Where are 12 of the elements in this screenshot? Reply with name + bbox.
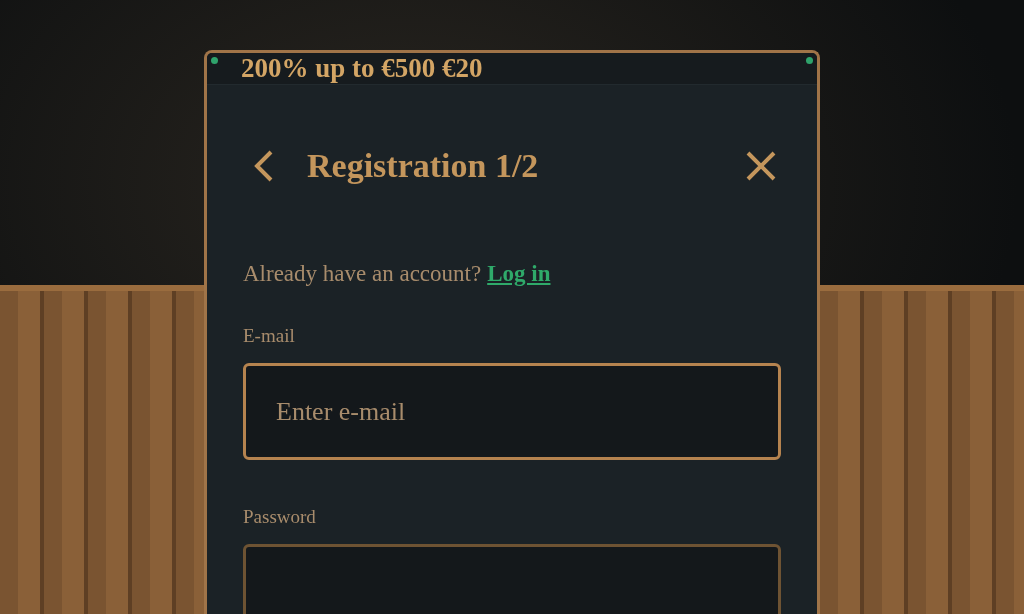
dialog-title: Registration 1/2 bbox=[307, 147, 540, 185]
field-label: E-mail bbox=[243, 325, 296, 347]
login-link[interactable]: Log in bbox=[487, 261, 551, 287]
input-field[interactable] bbox=[243, 544, 781, 614]
close-button[interactable] bbox=[745, 150, 777, 182]
close-icon bbox=[745, 150, 777, 182]
field-label: Password bbox=[243, 506, 317, 528]
input-field[interactable]: Enter e-mail bbox=[243, 363, 781, 460]
gem-icon bbox=[211, 57, 218, 64]
account-question: Already have an account? bbox=[243, 261, 482, 287]
gem-icon bbox=[806, 57, 813, 64]
bonus-text: 200% up to €500 €20 bbox=[241, 53, 483, 84]
